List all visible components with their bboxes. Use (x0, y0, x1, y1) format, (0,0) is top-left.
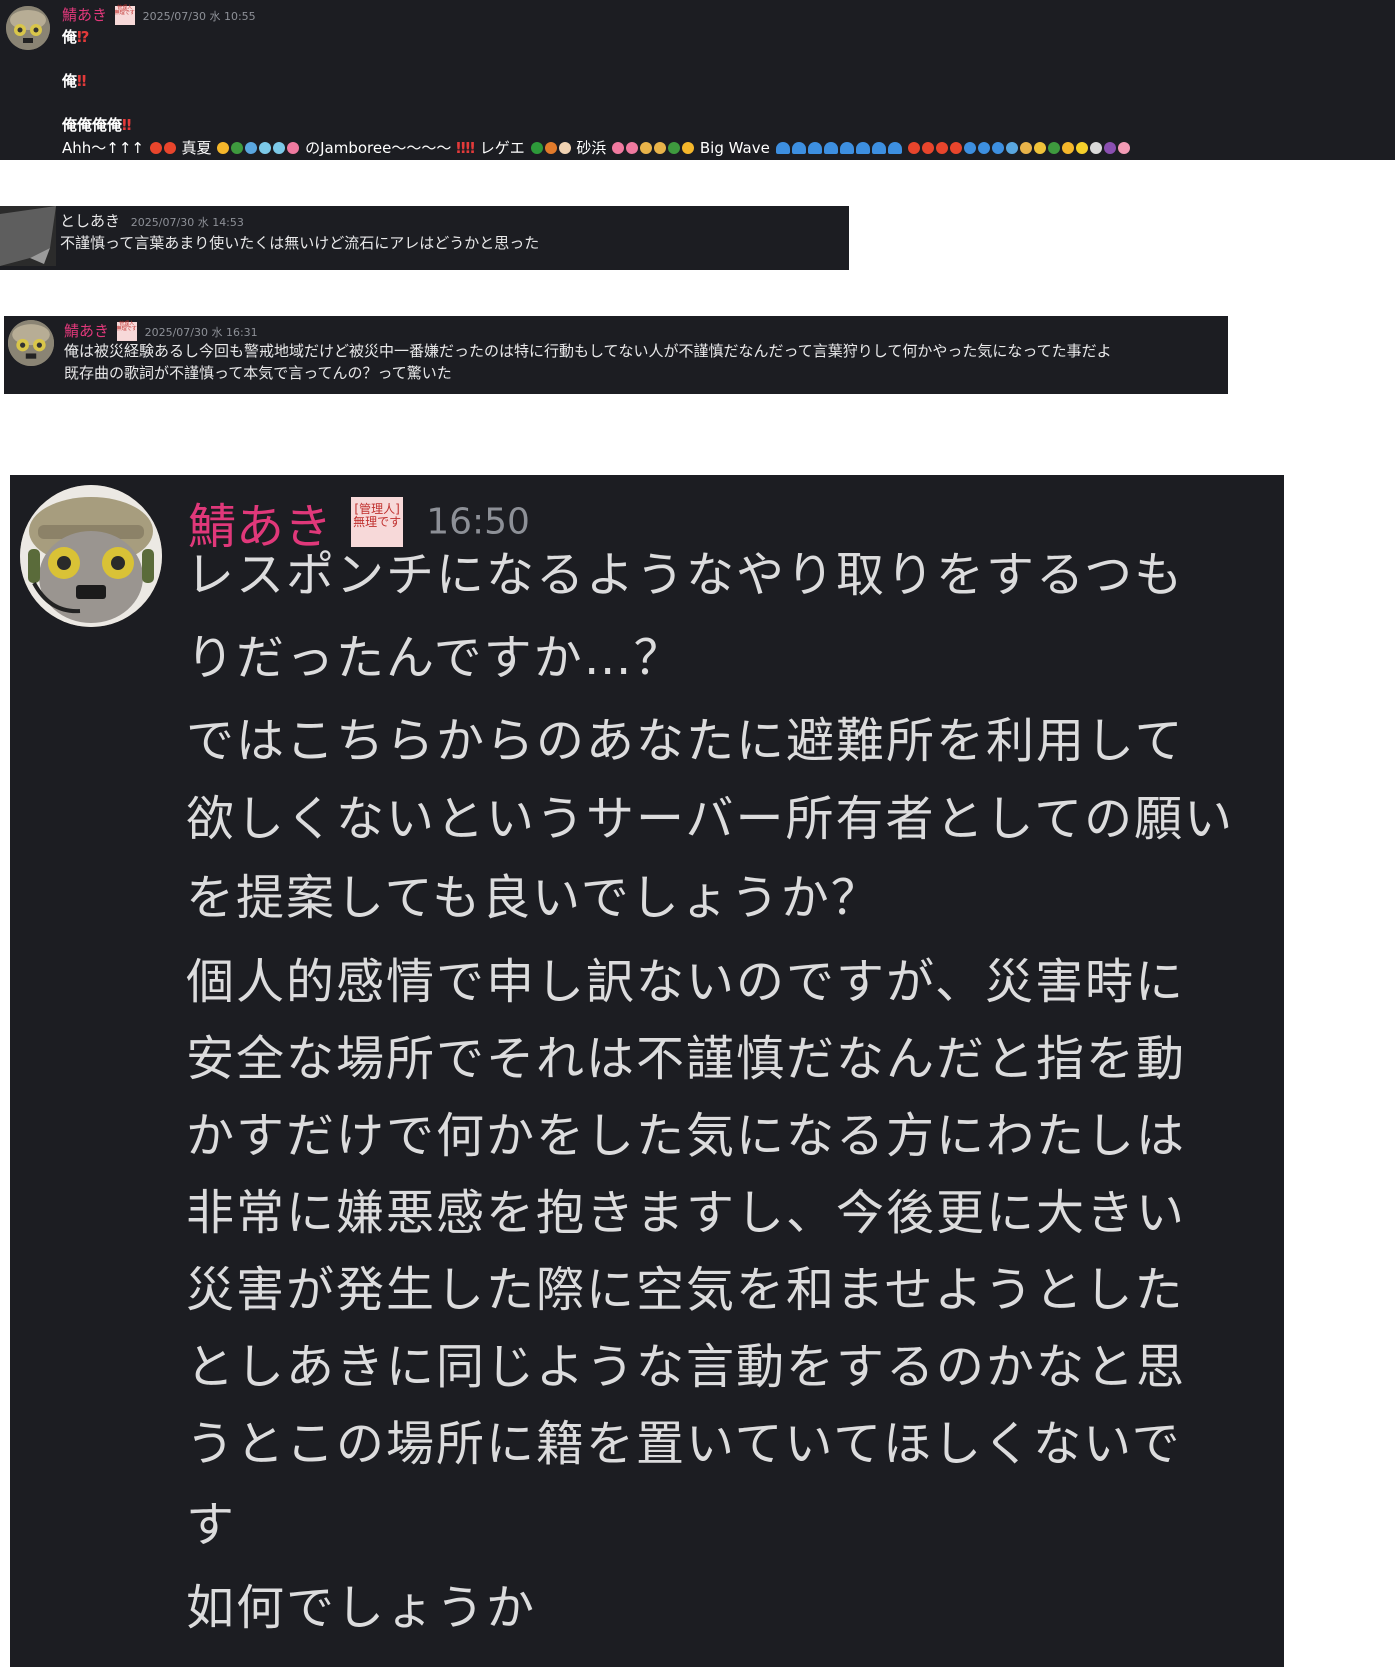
message-line-emoji: Ahh〜↑↑↑ 真夏 のJamboree〜〜〜〜 ‼‼ レゲエ 砂浜 Big W… (62, 137, 1131, 158)
surf-emoji-icon (1006, 142, 1019, 154)
sunflower-emoji-icon (1062, 142, 1075, 154)
double-exclamation-emoji-icon: ‼ (77, 72, 87, 90)
wave-emoji-icon (791, 142, 806, 154)
sparkle-emoji-icon (922, 142, 935, 154)
text-line: 既存曲の歌詞が不謹慎って本気で言ってんの？って驚いた (64, 364, 452, 382)
avatar[interactable] (0, 206, 56, 266)
line-text: Big Wave (699, 139, 770, 157)
message-line: としあきに同じような言動をするのかなと思 (186, 1339, 1187, 1395)
line-text: レゲエ (479, 139, 525, 157)
message-line: 非常に嫌悪感を抱きますし、今後更に大きい (186, 1185, 1187, 1241)
sparkle-emoji-icon (149, 142, 162, 154)
message-text: 俺は被災経験あるし今回も警戒地域だけど被災中一番嫌だったのは特に行動もしてない人… (64, 340, 1112, 384)
message-line: うとこの場所に籍を置いていてほしくないで (186, 1416, 1182, 1472)
timestamp[interactable]: 2025/07/30 水 14:53 (131, 216, 244, 229)
message-line: レスポンチになるようなやり取りをするつも (186, 547, 1185, 603)
message-3: 鯖あき 管理人 無理です 2025/07/30 水 16:31 俺は被災経験ある… (4, 316, 1228, 394)
dancer-emoji-icon (544, 142, 557, 154)
avatar-helmet-icon (6, 6, 50, 50)
sun-emoji-icon (682, 142, 695, 154)
message-line: 災害が発生した際に空気を和ませようとした (186, 1262, 1185, 1318)
message-line: 安全な場所でそれは不謹慎だなんだと指を動 (186, 1031, 1187, 1087)
message-1: 鯖あき 管理人 無理です 2025/07/30 水 10:55 俺⁉ 俺‼ 俺俺… (0, 0, 1395, 160)
line-text: のJamboree〜〜〜〜 (305, 139, 452, 157)
timestamp[interactable]: 2025/07/30 水 10:55 (143, 10, 256, 23)
double-exclamation-emoji-icon: ‼‼ (456, 139, 475, 157)
message-2: としあき 2025/07/30 水 14:53 不謹慎って言葉あまり使いたくは無… (0, 206, 849, 270)
wave-emoji-icon (887, 142, 902, 154)
dolphin-emoji-icon (978, 142, 991, 154)
message-line: 欲しくないというサーバー所有者としての願い (186, 791, 1235, 847)
flower-emoji-icon (612, 142, 625, 154)
sparkle-emoji-icon (908, 142, 921, 154)
message-text: 不謹慎って言葉あまり使いたくは無いけど流石にアレはどうかと思った (60, 234, 540, 252)
sparkle-emoji-icon (950, 142, 963, 154)
sun-emoji-icon (217, 142, 230, 154)
shaved-ice-emoji-icon (1118, 142, 1131, 154)
jamaica-flag-emoji-icon (530, 142, 543, 154)
wave-emoji-icon (855, 142, 870, 154)
flower-emoji-icon (287, 142, 300, 154)
line-text: 砂浜 (576, 139, 607, 157)
message-4: 鯖あき [管理人] 無理です 16:50 レスポンチになるようなやり取りをするつ… (10, 475, 1284, 1667)
wave-emoji-icon (823, 142, 838, 154)
flower-emoji-icon (626, 142, 639, 154)
wave-emoji-icon (807, 142, 822, 154)
wave-emoji-icon (839, 142, 854, 154)
interrobang-emoji-icon: ⁉ (77, 28, 90, 46)
message-line: りだったんですか…？ (186, 630, 684, 686)
sparkle-emoji-icon (936, 142, 949, 154)
palm-emoji-icon (1048, 142, 1061, 154)
message-line: 俺俺俺俺‼ (62, 114, 131, 135)
fish-emoji-icon (964, 142, 977, 154)
island-emoji-icon (640, 142, 653, 154)
message-header: としあき 2025/07/30 水 14:53 (60, 210, 244, 231)
username[interactable]: 鯖あき (64, 322, 109, 340)
whale-emoji-icon (992, 142, 1005, 154)
avatar[interactable] (20, 485, 162, 627)
line-text: 俺 (62, 72, 78, 90)
palm-emoji-icon (668, 142, 681, 154)
text-line: 俺は被災経験あるし今回も警戒地域だけど被災中一番嫌だったのは特に行動もしてない人… (64, 342, 1112, 360)
surf-emoji-icon (245, 142, 258, 154)
sun-emoji-icon (1076, 142, 1089, 154)
firework-emoji-icon (259, 142, 272, 154)
wave-emoji-icon (775, 142, 790, 154)
avatar[interactable] (6, 6, 50, 50)
role-badge: 管理人 無理です (116, 321, 137, 341)
message-header: 鯖あき 管理人 無理です 2025/07/30 水 16:31 (64, 320, 258, 341)
username[interactable]: 鯖あき (62, 6, 107, 24)
line-text: 真夏 (181, 139, 212, 157)
timestamp[interactable]: 2025/07/30 水 16:31 (145, 326, 258, 339)
line-text: 俺俺俺俺 (62, 116, 123, 134)
line-text: 俺 (62, 28, 78, 46)
wave-emoji-icon (871, 142, 886, 154)
message-line: 個人的感情で申し訳ないのですが、災害時に (186, 954, 1186, 1010)
island-emoji-icon (654, 142, 667, 154)
beach-emoji-icon (1020, 142, 1033, 154)
bikini-emoji-icon (1104, 142, 1117, 154)
double-exclamation-emoji-icon: ‼ (122, 116, 132, 134)
sparkle-emoji-icon (163, 142, 176, 154)
message-line: 俺⁉ (62, 26, 89, 47)
message-line: かすだけで何かをした気になる方にわたしは (186, 1108, 1187, 1164)
message-line: 如何でしょうか (186, 1580, 537, 1636)
avatar[interactable] (8, 320, 54, 366)
firework-emoji-icon (273, 142, 286, 154)
avatar-helmet-icon (20, 485, 162, 627)
message-line: す (186, 1497, 237, 1553)
username[interactable]: としあき (60, 212, 120, 230)
message-line: ではこちらからのあなたに避難所を利用して (186, 713, 1185, 769)
message-header: 鯖あき 管理人 無理です 2025/07/30 水 10:55 (62, 4, 256, 25)
shell-emoji-icon (1090, 142, 1103, 154)
palm-emoji-icon (231, 142, 244, 154)
line-text: Ahh〜↑↑↑ (62, 139, 144, 157)
pineapple-emoji-icon (1034, 142, 1047, 154)
hands-emoji-icon (558, 142, 571, 154)
avatar-gray-icon (0, 206, 56, 266)
message-line: を提案しても良いでしょうか？ (186, 870, 881, 926)
avatar-helmet-icon (8, 320, 54, 366)
message-line: 俺‼ (62, 70, 86, 91)
role-badge: 管理人 無理です (114, 5, 135, 25)
